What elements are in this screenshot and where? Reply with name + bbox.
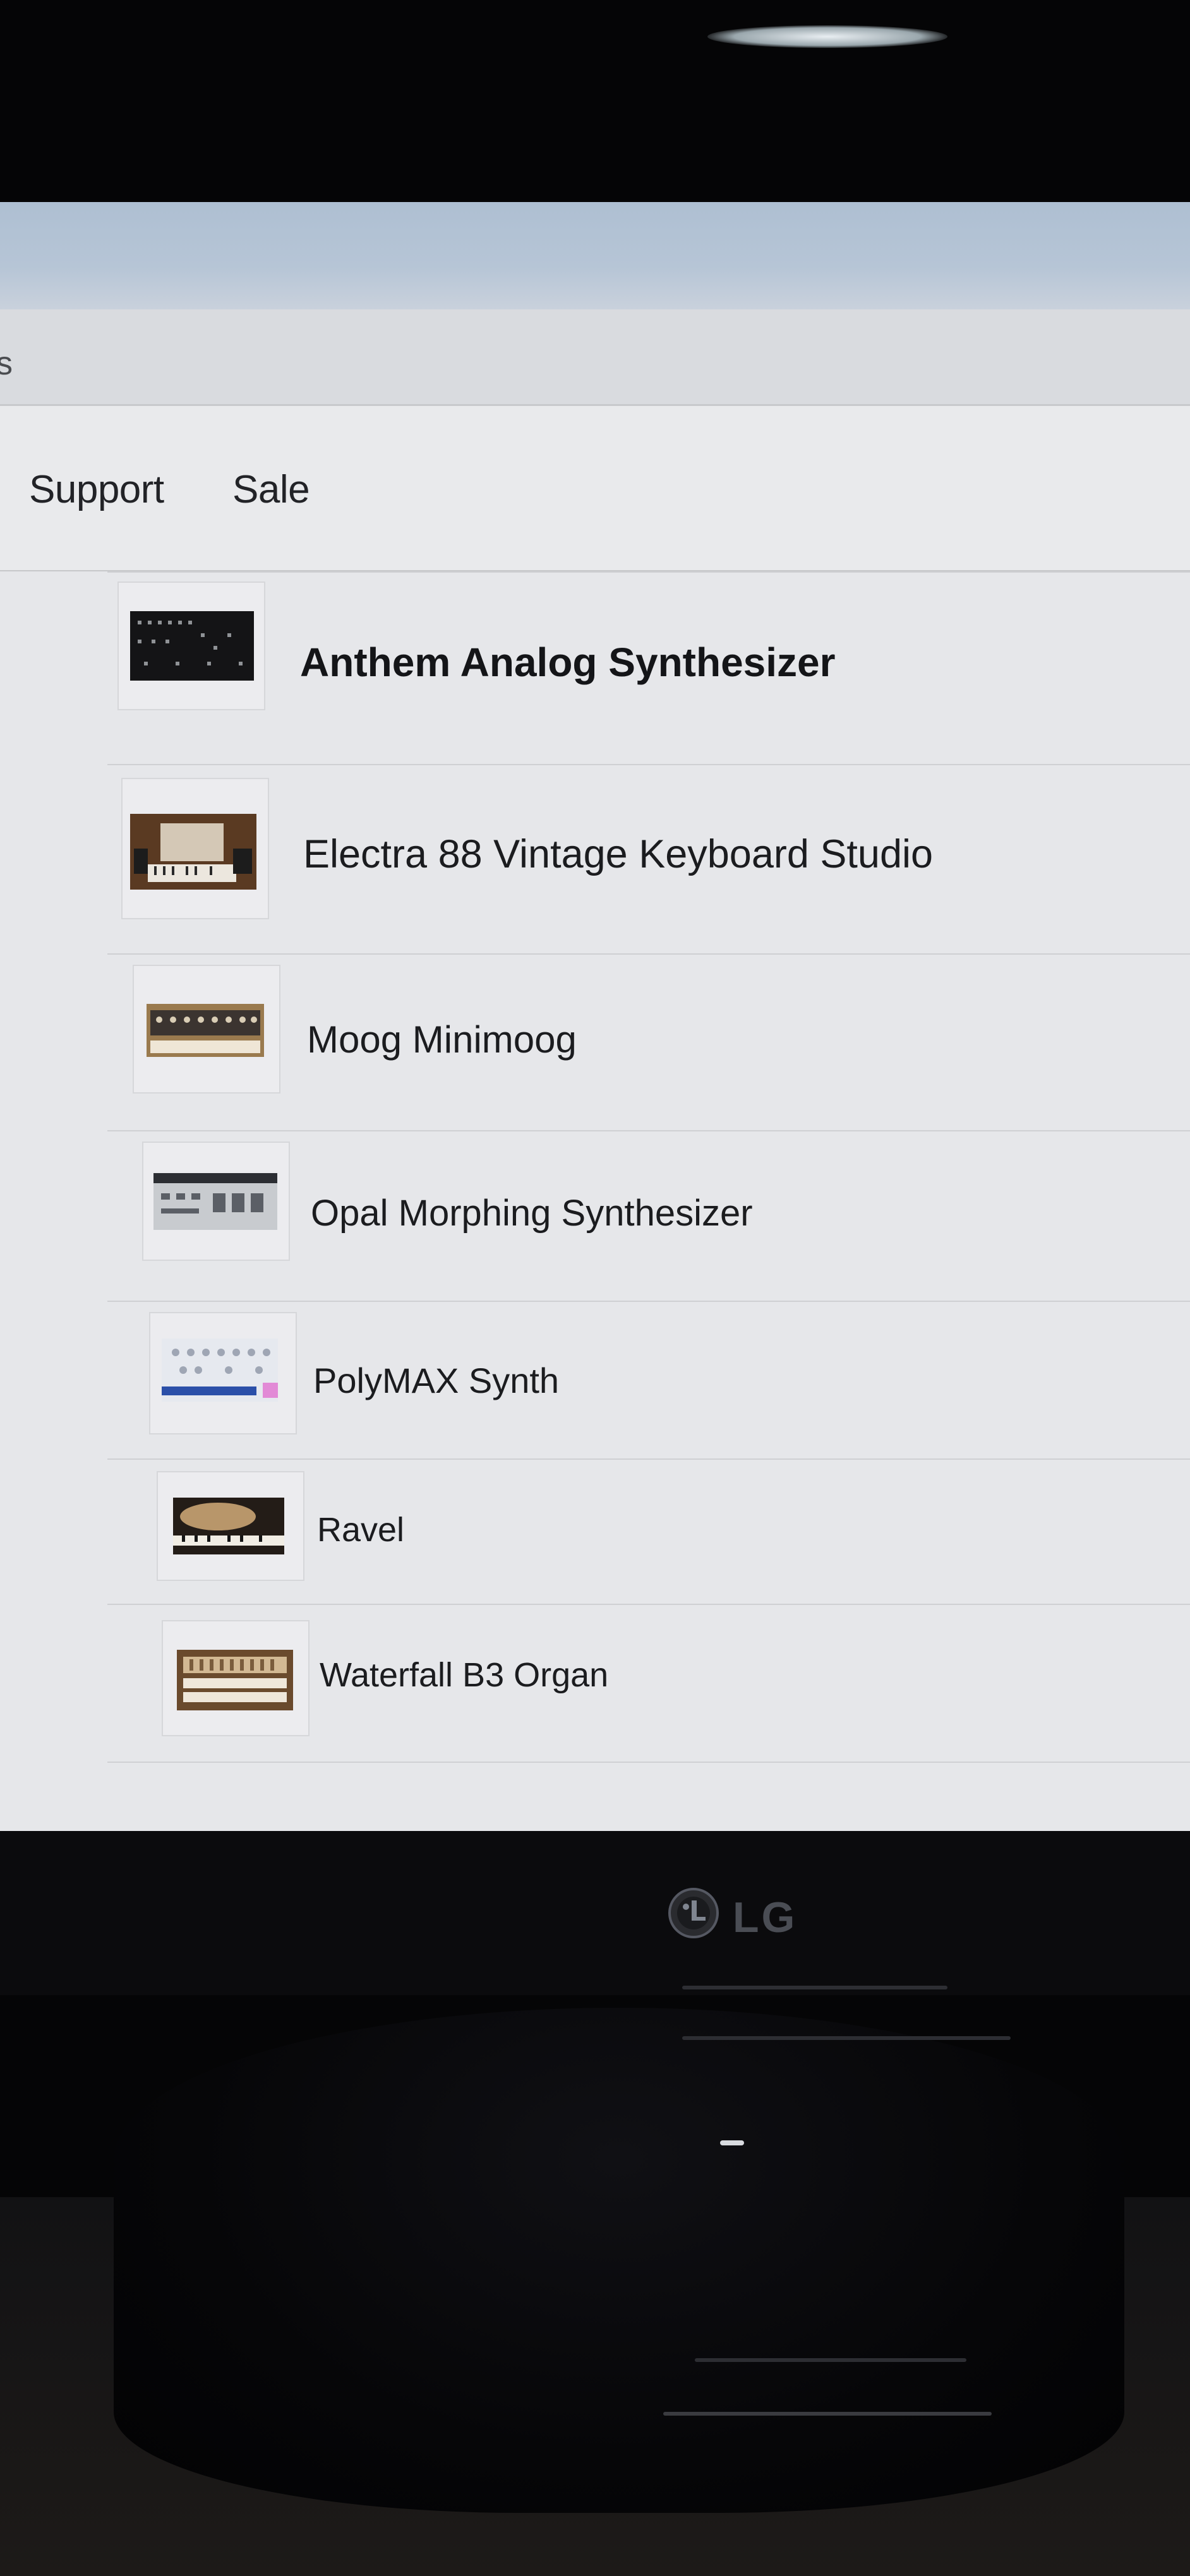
opal-synth-thumbnail-icon	[153, 1173, 277, 1230]
product-thumbnail-frame[interactable]	[142, 1142, 290, 1261]
photo-stage: s Support Sale Anthem Analog Synthesizer…	[0, 0, 1190, 2576]
stand-highlight	[663, 2412, 992, 2416]
product-row-divider	[107, 1762, 1190, 1782]
synth-panel-thumbnail-icon	[130, 611, 254, 681]
product-row[interactable]: Moog Minimoog	[107, 953, 1190, 1131]
product-thumbnail-frame[interactable]	[157, 1471, 304, 1581]
browser-toolbar	[0, 309, 1190, 406]
site-nav-bar	[0, 406, 1190, 571]
product-name-link[interactable]: Electra 88 Vintage Keyboard Studio	[303, 832, 933, 877]
product-thumbnail-frame[interactable]	[149, 1312, 297, 1434]
product-row[interactable]: Opal Morphing Synthesizer	[107, 1130, 1190, 1302]
product-name-link[interactable]: Ravel	[317, 1510, 404, 1549]
browser-titlebar	[0, 202, 1190, 309]
bezel-glare	[707, 25, 947, 48]
product-thumbnail-frame[interactable]	[162, 1620, 310, 1736]
monitor-stand	[114, 2008, 1124, 2513]
power-indicator	[720, 2140, 744, 2145]
product-thumbnail-frame[interactable]	[117, 581, 265, 710]
nav-support-link[interactable]: Support	[29, 467, 164, 512]
product-thumbnail-frame[interactable]	[121, 778, 269, 919]
product-row[interactable]: Anthem Analog Synthesizer	[107, 571, 1190, 765]
lg-logo: LG	[663, 1881, 821, 1945]
keyboard-studio-thumbnail-icon	[130, 814, 256, 890]
nav-sale-link[interactable]: Sale	[232, 467, 310, 512]
product-name-link[interactable]: Moog Minimoog	[307, 1018, 577, 1061]
product-row[interactable]: Waterfall B3 Organ	[107, 1604, 1190, 1763]
stand-highlight	[695, 2358, 966, 2362]
toolbar-edge-text: s	[0, 345, 13, 382]
monitor-screen: s Support Sale Anthem Analog Synthesizer…	[0, 202, 1190, 1831]
piano-thumbnail-icon	[173, 1498, 284, 1554]
product-row[interactable]: Ravel	[107, 1458, 1190, 1605]
product-name-link[interactable]: Waterfall B3 Organ	[320, 1655, 608, 1695]
product-name-link[interactable]: Anthem Analog Synthesizer	[300, 639, 836, 686]
product-row[interactable]: Electra 88 Vintage Keyboard Studio	[107, 764, 1190, 955]
product-thumbnail-frame[interactable]	[133, 965, 280, 1094]
minimoog-thumbnail-icon	[147, 1004, 264, 1057]
product-list: Anthem Analog Synthesizer Electra 88 Vin…	[0, 571, 1190, 1831]
product-row[interactable]: PolyMAX Synth	[107, 1301, 1190, 1460]
monitor-brand-text: LG	[733, 1893, 798, 1941]
stand-highlight	[682, 1986, 947, 1989]
organ-thumbnail-icon	[177, 1650, 293, 1710]
product-name-link[interactable]: PolyMAX Synth	[313, 1360, 559, 1401]
stand-highlight	[682, 2036, 1011, 2040]
product-name-link[interactable]: Opal Morphing Synthesizer	[311, 1192, 753, 1234]
monitor-bottom-bezel	[0, 1831, 1190, 1995]
polymax-thumbnail-icon	[162, 1339, 278, 1402]
